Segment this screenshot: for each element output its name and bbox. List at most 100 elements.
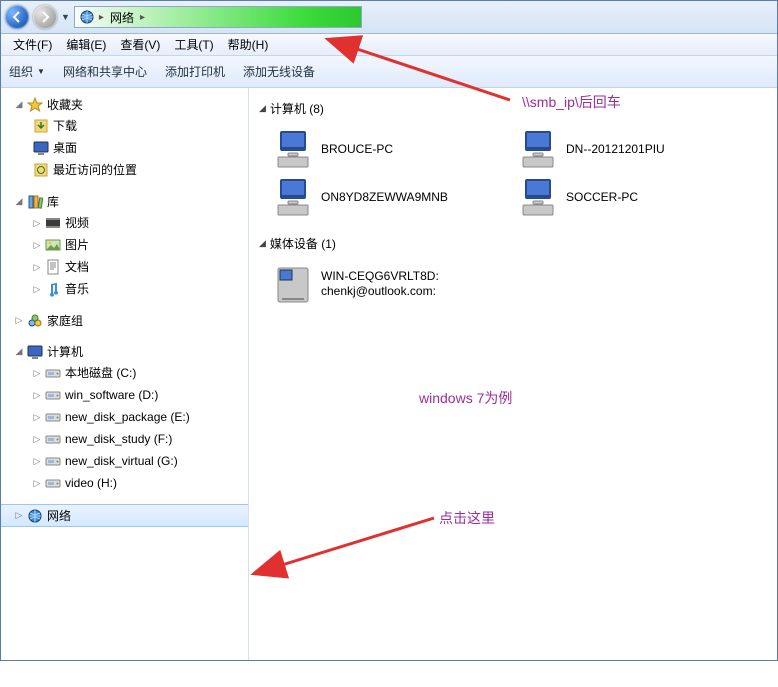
history-dropdown-icon[interactable]: ▼ [61,12,70,22]
tree-label: win_software (D:) [65,386,158,404]
expander-icon: ◢ [15,99,23,110]
expander-icon: ▷ [33,236,41,254]
menu-tools[interactable]: 工具(T) [168,34,219,55]
tree-label: 图片 [65,236,89,254]
tree-item-drive-g[interactable]: ▷ new_disk_virtual (G:) [1,450,248,472]
tree-item-drive-e[interactable]: ▷ new_disk_package (E:) [1,406,248,428]
tree-libraries: ◢ 库 ▷ 视频 ▷ 图片 ▷ 文档 [1,191,248,300]
star-icon [27,97,43,113]
tree-network: ▷ 网络 [1,504,248,527]
tree-label: 音乐 [65,280,89,298]
drive-icon [45,365,61,381]
tree-item-recent[interactable]: 最近访问的位置 [1,159,248,181]
tree-label: 计算机 [47,343,83,360]
tree-item-drive-c[interactable]: ▷ 本地磁盘 (C:) [1,362,248,384]
tree-homegroup: ▷ 家庭组 [1,310,248,331]
menu-help[interactable]: 帮助(H) [222,34,275,55]
category-media-devices[interactable]: ◢ 媒体设备 (1) [259,235,767,252]
network-sharing-center-button[interactable]: 网络和共享中心 [63,63,147,80]
menu-file[interactable]: 文件(F) [7,34,58,55]
explorer-window: ▼ ▸ 网络 ▸ 文件(F) 编辑(E) 查看(V) 工具(T) 帮助(H) 组… [0,0,778,661]
expander-icon: ◢ [259,103,266,114]
annotation-click-here: 点击这里 [439,508,495,528]
network-computer-item[interactable]: DN--20121201PIU [512,125,757,173]
forward-button[interactable] [33,5,57,29]
expander-icon: ▷ [33,408,41,426]
homegroup-icon [27,313,43,329]
organize-label: 组织 [9,63,33,80]
add-printer-button[interactable]: 添加打印机 [165,63,225,80]
tree-item-pictures[interactable]: ▷ 图片 [1,234,248,256]
computers-grid: BROUCE-PC DN--20121201PIU ON8YD8ZEWWA9MN… [267,125,767,221]
address-bar[interactable]: ▸ 网络 ▸ [74,6,362,28]
tree-item-videos[interactable]: ▷ 视频 [1,212,248,234]
drive-icon [45,387,61,403]
libraries-icon [27,194,43,210]
tree-item-documents[interactable]: ▷ 文档 [1,256,248,278]
computer-icon [27,344,43,360]
tree-item-desktop[interactable]: 桌面 [1,137,248,159]
tree-label: 库 [47,193,59,210]
music-icon [45,281,61,297]
arrow-left-icon [9,9,25,25]
item-line1: WIN-CEQG6VRLT8D: [321,269,439,283]
explorer-body: ◢ 收藏夹 下载 桌面 最近访问的位置 [1,88,777,660]
video-icon [45,215,61,231]
back-button[interactable] [5,5,29,29]
tree-label: new_disk_package (E:) [65,408,190,426]
network-computer-item[interactable]: ON8YD8ZEWWA9MNB [267,173,512,221]
organize-button[interactable]: 组织 ▼ [9,63,45,80]
menu-edit[interactable]: 编辑(E) [60,34,112,55]
arrow-right-icon [37,9,53,25]
network-computer-item[interactable]: BROUCE-PC [267,125,512,173]
category-computers[interactable]: ◢ 计算机 (8) [259,100,767,117]
downloads-icon [33,118,49,134]
tree-label: 桌面 [53,139,77,157]
network-icon [27,508,43,524]
computer-icon [273,129,313,169]
item-label: BROUCE-PC [321,142,393,157]
media-device-item[interactable]: WIN-CEQG6VRLT8D: chenkj@outlook.com: [267,260,512,308]
tree-item-music[interactable]: ▷ 音乐 [1,278,248,300]
nav-pane: ◢ 收藏夹 下载 桌面 最近访问的位置 [1,88,249,660]
documents-icon [45,259,61,275]
network-icon [79,9,95,25]
pictures-icon [45,237,61,253]
tree-header-favorites[interactable]: ◢ 收藏夹 [1,94,248,115]
item-label: ON8YD8ZEWWA9MNB [321,190,448,205]
tree-header-computer[interactable]: ◢ 计算机 [1,341,248,362]
tree-item-drive-d[interactable]: ▷ win_software (D:) [1,384,248,406]
tree-item-downloads[interactable]: 下载 [1,115,248,137]
category-title: 计算机 (8) [270,100,324,117]
breadcrumb-segment[interactable]: 网络 [108,9,136,26]
item-label: DN--20121201PIU [566,142,665,157]
computer-icon [273,177,313,217]
tree-label: 网络 [47,507,71,524]
tree-header-libraries[interactable]: ◢ 库 [1,191,248,212]
content-pane: ◢ 计算机 (8) BROUCE-PC DN--20121201PIU ON8Y… [249,88,777,660]
menu-view[interactable]: 查看(V) [114,34,166,55]
add-wireless-device-button[interactable]: 添加无线设备 [243,63,315,80]
annotation-example: windows 7为例 [419,388,512,408]
tree-label: 文档 [65,258,89,276]
tree-item-drive-f[interactable]: ▷ new_disk_study (F:) [1,428,248,450]
tree-header-homegroup[interactable]: ▷ 家庭组 [1,310,248,331]
expander-icon: ▷ [33,452,41,470]
media-device-icon [273,264,313,304]
expander-icon: ▷ [33,474,41,492]
network-computer-item[interactable]: SOCCER-PC [512,173,757,221]
tree-label: 下载 [53,117,77,135]
menu-bar: 文件(F) 编辑(E) 查看(V) 工具(T) 帮助(H) [1,34,777,56]
tree-header-network[interactable]: ▷ 网络 [1,504,248,527]
chevron-right-icon: ▸ [99,12,104,23]
tree-label: 视频 [65,214,89,232]
tree-item-drive-h[interactable]: ▷ video (H:) [1,472,248,494]
nav-bar: ▼ ▸ 网络 ▸ [1,1,777,34]
drive-icon [45,431,61,447]
tree-label: new_disk_study (F:) [65,430,172,448]
desktop-icon [33,140,49,156]
tree-label: 收藏夹 [47,96,83,113]
command-bar: 组织 ▼ 网络和共享中心 添加打印机 添加无线设备 [1,56,777,88]
expander-icon: ▷ [15,510,23,521]
expander-icon: ▷ [33,430,41,448]
